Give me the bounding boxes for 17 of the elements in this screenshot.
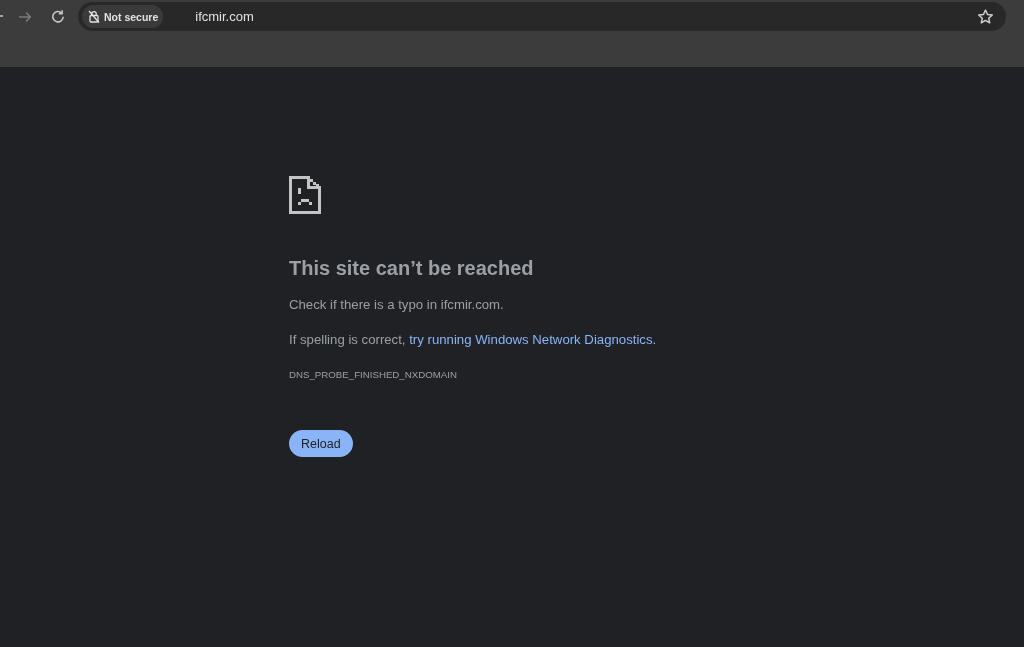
sad-page-icon <box>289 176 321 214</box>
star-icon <box>978 9 993 24</box>
error-title: This site can’t be reached <box>289 256 534 281</box>
not-secure-chip[interactable]: Not secure <box>82 5 164 28</box>
reload-page-button[interactable]: Reload <box>289 430 353 457</box>
reload-button[interactable] <box>52 10 64 23</box>
bookmark-button[interactable] <box>978 9 993 24</box>
left-arrow-icon <box>0 15 3 17</box>
address-bar[interactable]: Not secure ifcmir.com <box>78 2 1006 31</box>
crossed-lock-icon <box>88 10 100 23</box>
hint-text: Check if there is a typo in ifcmir.com. <box>289 296 504 314</box>
right-arrow-icon <box>19 11 31 22</box>
url-text: ifcmir.com <box>195 9 255 24</box>
error-code: DNS_PROBE_FINISHED_NXDOMAIN <box>289 368 457 382</box>
hint-text: If spelling is correct, try running Windows Network Diagnostics. <box>289 331 657 349</box>
diagnostics-link[interactable]: try running Windows Network Diagnostics. <box>409 332 657 347</box>
reload-icon <box>52 10 64 23</box>
